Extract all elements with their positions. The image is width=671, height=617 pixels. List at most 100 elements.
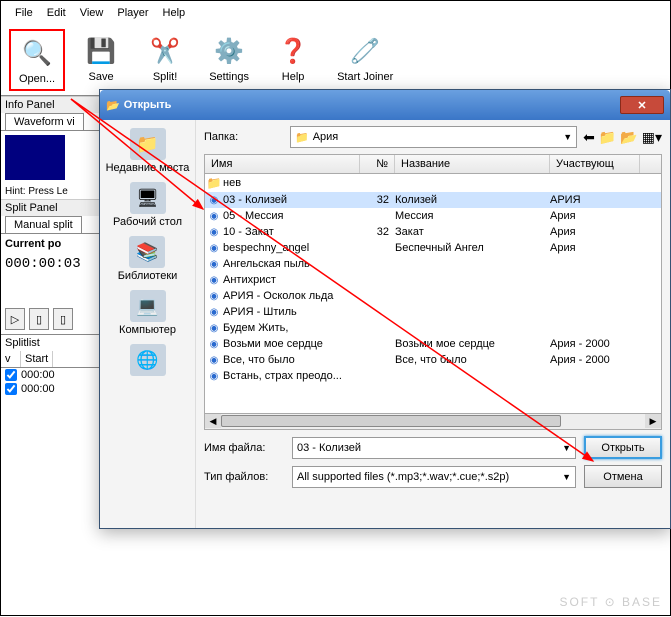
chevron-down-icon: ▼: [562, 443, 571, 453]
close-icon: ✕: [637, 99, 646, 112]
save-label: Save: [89, 71, 114, 83]
play-button[interactable]: ▷: [5, 308, 25, 330]
save-button[interactable]: 💾 Save: [73, 29, 129, 91]
back-button[interactable]: ⬅: [583, 129, 595, 146]
tab-waveform[interactable]: Waveform vi: [5, 113, 84, 130]
joiner-button[interactable]: 🧷 Start Joiner: [329, 29, 401, 91]
settings-button[interactable]: ⚙️ Settings: [201, 29, 257, 91]
file-item[interactable]: ◉ 05 - Мессия Мессия Ария: [205, 208, 661, 224]
filetype-combo[interactable]: All supported files (*.mp3;*.wav;*.cue;*…: [292, 466, 576, 488]
scroll-left-button[interactable]: ◀: [205, 414, 221, 428]
audio-file-icon: ◉: [205, 307, 223, 318]
file-name: Ангельская пыль: [223, 258, 360, 270]
open-dialog: 📂 Открыть ✕ 📁Недавние места 🖥Рабочий стол…: [99, 89, 671, 529]
split-check[interactable]: [5, 383, 17, 395]
file-artist: Ария - 2000: [550, 354, 640, 366]
next-button[interactable]: ▯: [29, 308, 49, 330]
file-title: Мессия: [395, 210, 550, 222]
open-confirm-button[interactable]: Открыть: [584, 436, 662, 459]
help-button[interactable]: ❓ Help: [265, 29, 321, 91]
close-button[interactable]: ✕: [620, 96, 664, 114]
file-name: нев: [223, 177, 360, 189]
toolbar: 🔍 Open... 💾 Save ✂️ Split! ⚙️ Settings ❓…: [1, 25, 670, 96]
menu-edit[interactable]: Edit: [41, 5, 72, 21]
scroll-thumb[interactable]: [221, 415, 561, 427]
menu-file[interactable]: File: [9, 5, 39, 21]
menubar: File Edit View Player Help: [1, 1, 670, 25]
file-item[interactable]: ◉ 03 - Колизей 32 Колизей АРИЯ: [205, 192, 661, 208]
file-item[interactable]: ◉ Ангельская пыль: [205, 256, 661, 272]
folder-label: Папка:: [204, 131, 284, 143]
settings-label: Settings: [209, 71, 249, 83]
chevron-down-icon: ▼: [562, 472, 571, 482]
menu-view[interactable]: View: [74, 5, 110, 21]
sidebar-label: Библиотеки: [118, 270, 178, 282]
sidebar-label: Рабочий стол: [113, 216, 182, 228]
sidebar-item[interactable]: 💻Компьютер: [119, 290, 176, 336]
sidebar-icon: 📚: [129, 236, 165, 268]
file-item[interactable]: ◉ Возьми мое сердце Возьми мое сердце Ар…: [205, 336, 661, 352]
tab-manual-split[interactable]: Manual split: [5, 216, 82, 233]
file-item[interactable]: ◉ Все, что было Все, что было Ария - 200…: [205, 352, 661, 368]
file-item[interactable]: ◉ Встань, страх преодо...: [205, 368, 661, 384]
col-title[interactable]: Название: [395, 155, 550, 173]
file-item[interactable]: ◉ Будем Жить,: [205, 320, 661, 336]
h-scrollbar[interactable]: ◀ ▶: [204, 414, 662, 430]
file-name: Возьми мое сердце: [223, 338, 360, 350]
watermark: SOFT ⊙ BASE: [559, 595, 662, 609]
scroll-right-button[interactable]: ▶: [645, 414, 661, 428]
col-num[interactable]: №: [360, 155, 395, 173]
new-folder-button[interactable]: 📂: [620, 129, 637, 146]
split-check[interactable]: [5, 369, 17, 381]
save-icon: 💾: [83, 33, 119, 69]
file-item[interactable]: ◉ 10 - Закат 32 Закат Ария: [205, 224, 661, 240]
menu-player[interactable]: Player: [111, 5, 154, 21]
col-name[interactable]: Имя: [205, 155, 360, 173]
sidebar-item[interactable]: 🌐: [130, 344, 166, 378]
audio-file-icon: ◉: [205, 259, 223, 270]
split-label: Split!: [153, 71, 177, 83]
folder-icon: 📁: [295, 131, 309, 144]
split-button[interactable]: ✂️ Split!: [137, 29, 193, 91]
file-title: Возьми мое сердце: [395, 338, 550, 350]
file-title: Колизей: [395, 194, 550, 206]
file-list[interactable]: 📁 нев ◉ 03 - Колизей 32 Колизей АРИЯ◉ 05…: [204, 174, 662, 414]
sidebar-item[interactable]: 🖥Рабочий стол: [113, 182, 182, 228]
sidebar-icon: 🌐: [130, 344, 166, 376]
file-list-header[interactable]: Имя № Название Участвующ: [204, 154, 662, 174]
cancel-button[interactable]: Отмена: [584, 465, 662, 488]
file-item[interactable]: ◉ АРИЯ - Штиль: [205, 304, 661, 320]
filename-label: Имя файла:: [204, 442, 284, 454]
folder-icon: 📁: [205, 176, 223, 190]
sidebar-item[interactable]: 📚 Библиотеки: [118, 236, 178, 282]
menu-help[interactable]: Help: [157, 5, 192, 21]
col-artist[interactable]: Участвующ: [550, 155, 640, 173]
file-title: Закат: [395, 226, 550, 238]
folder-name: Ария: [313, 131, 339, 143]
file-item[interactable]: ◉ АРИЯ - Осколок льда: [205, 288, 661, 304]
file-name: АРИЯ - Штиль: [223, 306, 360, 318]
sidebar-item[interactable]: 📁Недавние места: [106, 128, 190, 174]
audio-file-icon: ◉: [205, 275, 223, 286]
filename-input[interactable]: 03 - Колизей ▼: [292, 437, 576, 459]
audio-file-icon: ◉: [205, 339, 223, 350]
file-artist: Ария: [550, 210, 640, 222]
audio-file-icon: ◉: [205, 243, 223, 254]
view-button[interactable]: ▦▾: [642, 129, 662, 146]
up-button[interactable]: 📁: [599, 129, 616, 146]
file-name: Антихрист: [223, 274, 360, 286]
open-button[interactable]: 🔍 Open...: [9, 29, 65, 91]
ff-button[interactable]: ▯: [53, 308, 73, 330]
audio-file-icon: ◉: [205, 195, 223, 206]
file-title: Беспечный Ангел: [395, 242, 550, 254]
dialog-titlebar[interactable]: 📂 Открыть ✕: [100, 90, 670, 120]
folder-combo[interactable]: 📁 Ария ▼: [290, 126, 577, 148]
file-item[interactable]: ◉ Антихрист: [205, 272, 661, 288]
file-item[interactable]: ◉ bespechny_angel Беспечный Ангел Ария: [205, 240, 661, 256]
col-v: v: [1, 351, 21, 367]
folder-icon: 📂: [106, 99, 120, 112]
split-time: 000:00: [21, 369, 55, 381]
audio-file-icon: ◉: [205, 371, 223, 382]
file-name: 03 - Колизей: [223, 194, 360, 206]
folder-item[interactable]: 📁 нев: [205, 174, 661, 192]
